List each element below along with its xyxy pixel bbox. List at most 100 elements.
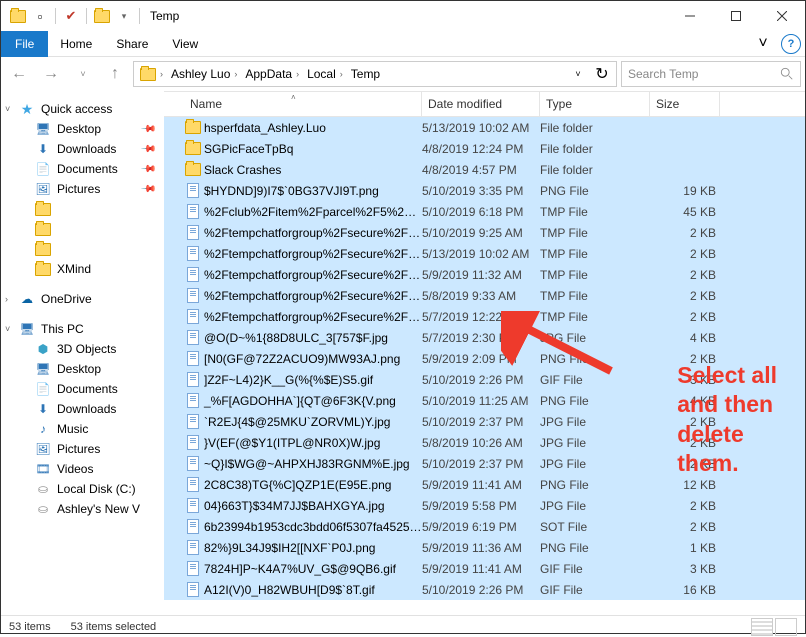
file-list[interactable]: hsperfdata_Ashley.Luo5/13/2019 10:02 AMF… — [164, 117, 805, 615]
refresh-icon[interactable]: ↻ — [590, 62, 614, 86]
sidebar-pc-item[interactable]: 🖼Pictures — [1, 439, 164, 459]
forward-button[interactable]: → — [37, 60, 65, 88]
chevron-down-icon[interactable]: ▾ — [113, 5, 135, 27]
disk-icon: ⛀ — [35, 501, 51, 517]
file-row[interactable]: SGPicFaceTpBq4/8/2019 12:24 PMFile folde… — [164, 138, 805, 159]
sidebar-item-label — [57, 202, 84, 216]
sidebar-quick-item[interactable]: ⬇Downloads📌 — [1, 139, 164, 159]
thumbnails-view-button[interactable] — [775, 618, 797, 636]
navigation-pane[interactable]: ˅★Quick access 🖥Desktop📌⬇Downloads📌📄Docu… — [1, 91, 164, 615]
file-size: 2 KB — [650, 499, 720, 513]
sidebar-pc-item[interactable]: 📄Documents — [1, 379, 164, 399]
sidebar-item-label: Downloads — [57, 142, 116, 156]
sidebar-quick-item[interactable]: XMind — [1, 259, 164, 279]
sidebar-quick-item[interactable] — [1, 239, 164, 259]
file-row[interactable]: $HYDND]9)I7$`0BG37VJI9T.png5/10/2019 3:3… — [164, 180, 805, 201]
breadcrumb-box[interactable]: › Ashley Luo› AppData› Local› Temp ˅ ↻ — [133, 61, 617, 87]
column-type[interactable]: Type — [540, 92, 650, 116]
documents-icon: 📄 — [35, 381, 51, 397]
file-icon — [184, 351, 202, 367]
file-icon — [184, 582, 202, 598]
properties-icon[interactable]: ▫ — [29, 5, 51, 27]
file-row[interactable]: %2Ftempchatforgroup%2Fsecure%2Fget...5/8… — [164, 285, 805, 306]
file-date: 5/10/2019 2:37 PM — [422, 457, 540, 471]
crumb-1[interactable]: AppData› — [241, 67, 303, 81]
file-row[interactable]: %2Ftempchatforgroup%2Fsecure%2Fget...5/9… — [164, 264, 805, 285]
file-name: %2Ftempchatforgroup%2Fsecure%2Fget... — [202, 289, 422, 303]
sidebar-pc-item[interactable]: 🎞Videos — [1, 459, 164, 479]
home-tab[interactable]: Home — [48, 31, 104, 57]
sidebar-item-label: 3D Objects — [57, 342, 116, 356]
file-row[interactable]: %2Ftempchatforgroup%2Fsecure%2Fget...5/7… — [164, 306, 805, 327]
column-size[interactable]: Size — [650, 92, 720, 116]
sidebar-pc-item[interactable]: 🖥Desktop — [1, 359, 164, 379]
file-row[interactable]: _%F[AGDOHHA`]{QT@6F3K{V.png5/10/2019 11:… — [164, 390, 805, 411]
downloads-icon: ⬇ — [35, 401, 51, 417]
titlebar: ▫ ✔ ▾ Temp — [1, 1, 805, 31]
search-input[interactable]: Search Temp — [621, 61, 801, 87]
checkmark-icon[interactable]: ✔ — [60, 5, 82, 27]
recent-chevron-icon[interactable]: ˅ — [69, 60, 97, 88]
file-type: JPG File — [540, 436, 650, 450]
up-button[interactable]: ↑ — [101, 60, 129, 88]
maximize-button[interactable] — [713, 1, 759, 31]
sidebar-pc-item[interactable]: ⛀Local Disk (C:) — [1, 479, 164, 499]
sidebar-pc-item[interactable]: ⬢ 3D Objects — [1, 339, 164, 359]
file-row[interactable]: Slack Crashes4/8/2019 4:57 PMFile folder — [164, 159, 805, 180]
folder-icon — [35, 261, 51, 277]
file-row[interactable]: ]Z2F~L4)2}K__G(%{%$E)S5.gif5/10/2019 2:2… — [164, 369, 805, 390]
quick-access-header[interactable]: ˅★Quick access — [1, 99, 164, 119]
file-row[interactable]: `R2EJ{4$@25MKU`ZORVML)Y.jpg5/10/2019 2:3… — [164, 411, 805, 432]
sidebar-quick-item[interactable]: 🖥Desktop📌 — [1, 119, 164, 139]
onedrive-header[interactable]: ›☁OneDrive — [1, 289, 164, 309]
file-name: A12I(V)0_H82WBUH[D9$`8T.gif — [202, 583, 422, 597]
sidebar-pc-item[interactable]: ⛀Ashley's New V — [1, 499, 164, 519]
back-button[interactable]: ← — [5, 60, 33, 88]
crumb-3[interactable]: Temp — [347, 67, 384, 81]
sidebar-pc-item[interactable]: ♪Music — [1, 419, 164, 439]
address-dropdown-icon[interactable]: ˅ — [566, 62, 590, 86]
file-row[interactable]: %2Ftempchatforgroup%2Fsecure%2Fget...5/1… — [164, 222, 805, 243]
crumb-2[interactable]: Local› — [303, 67, 347, 81]
file-tab[interactable]: File — [1, 31, 48, 57]
column-date[interactable]: Date modified — [422, 92, 540, 116]
expand-ribbon-icon[interactable]: ˅ — [753, 34, 773, 54]
minimize-button[interactable] — [667, 1, 713, 31]
file-date: 5/13/2019 10:02 AM — [422, 247, 540, 261]
file-row[interactable]: @O(D~%1{88D8ULC_3[757$F.jpg5/7/2019 2:30… — [164, 327, 805, 348]
sidebar-quick-item[interactable] — [1, 199, 164, 219]
file-name: %2Fclub%2Fitem%2Fparcel%2F5%2F5c9... — [202, 205, 422, 219]
file-row[interactable]: [N0(GF@72Z2ACUO9)MW93AJ.png5/9/2019 2:09… — [164, 348, 805, 369]
details-view-button[interactable] — [751, 618, 773, 636]
file-row[interactable]: A12I(V)0_H82WBUH[D9$`8T.gif5/10/2019 2:2… — [164, 579, 805, 600]
sidebar-quick-item[interactable]: 🖼Pictures📌 — [1, 179, 164, 199]
file-row[interactable]: 6b23994b1953cdc3bdd06f5307fa4525.sot5/9/… — [164, 516, 805, 537]
file-row[interactable]: hsperfdata_Ashley.Luo5/13/2019 10:02 AMF… — [164, 117, 805, 138]
file-name: %2Ftempchatforgroup%2Fsecure%2Fget... — [202, 226, 422, 240]
crumb-0[interactable]: Ashley Luo› — [167, 67, 241, 81]
file-row[interactable]: ~Q}I$WG@~AHPXHJ83RGNM%E.jpg5/10/2019 2:3… — [164, 453, 805, 474]
column-headers[interactable]: Name˄ Date modified Type Size — [164, 91, 805, 117]
column-name[interactable]: Name˄ — [184, 92, 422, 116]
file-row[interactable]: 04}663T}$34M7JJ$BAHXGYA.jpg5/9/2019 5:58… — [164, 495, 805, 516]
file-row[interactable]: %2Ftempchatforgroup%2Fsecure%2Fget...5/1… — [164, 243, 805, 264]
share-tab[interactable]: Share — [104, 31, 160, 57]
help-icon[interactable]: ? — [781, 34, 801, 54]
file-size: 2 KB — [650, 289, 720, 303]
file-type: PNG File — [540, 541, 650, 555]
file-row[interactable]: }V(EF(@$Y1(ITPL@NR0X)W.jpg5/8/2019 10:26… — [164, 432, 805, 453]
file-row[interactable]: 7824H]P~K4A7%UV_G$@9QB6.gif5/9/2019 11:4… — [164, 558, 805, 579]
sidebar-pc-item[interactable]: ⬇Downloads — [1, 399, 164, 419]
file-size: 12 KB — [650, 478, 720, 492]
file-row[interactable]: 82%}9L34J9$IH2[[NXF`P0J.png5/9/2019 11:3… — [164, 537, 805, 558]
close-button[interactable] — [759, 1, 805, 31]
sidebar-quick-item[interactable] — [1, 219, 164, 239]
view-tab[interactable]: View — [160, 31, 210, 57]
folder-qat-icon[interactable] — [91, 5, 113, 27]
3d-icon: ⬢ — [35, 341, 51, 357]
this-pc-header[interactable]: ˅🖥This PC — [1, 319, 164, 339]
file-row[interactable]: %2Fclub%2Fitem%2Fparcel%2F5%2F5c9...5/10… — [164, 201, 805, 222]
file-row[interactable]: 2C8C38)TG{%C]QZP1E(E95E.png5/9/2019 11:4… — [164, 474, 805, 495]
sidebar-quick-item[interactable]: 📄Documents📌 — [1, 159, 164, 179]
file-date: 5/10/2019 2:26 PM — [422, 583, 540, 597]
